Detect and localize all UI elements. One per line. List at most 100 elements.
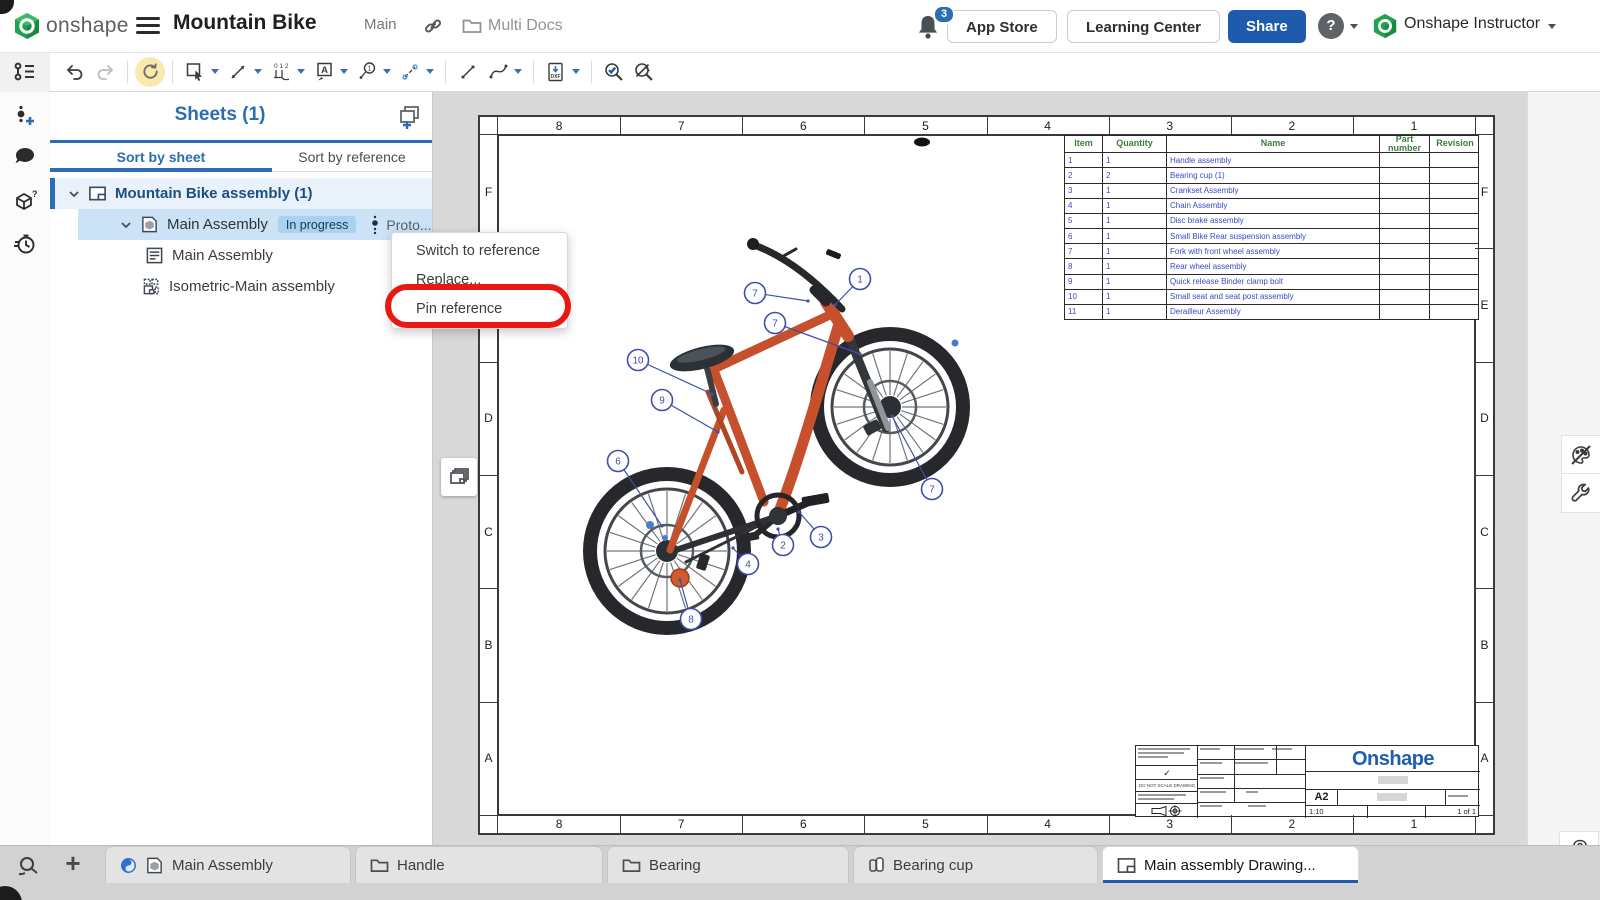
drawing-sheet[interactable]: 717109672348 ItemQuantityNamePart number… [478,115,1495,835]
link-icon[interactable] [423,16,443,36]
update-references-button[interactable] [135,57,165,87]
zone-row-label: D [1480,411,1489,425]
line-button[interactable] [453,57,483,87]
help-button[interactable]: ? [1318,13,1344,39]
new-tab-button[interactable]: + [58,849,88,880]
onshape-app: onshape Mountain Bike Main Multi Docs 3 … [0,0,1600,900]
sheets-panel-toggle[interactable] [0,52,50,92]
bom-cell: 10 [1065,290,1103,304]
bom-cell [1380,244,1430,258]
folder-name[interactable]: Multi Docs [488,17,563,35]
update-references-icon [141,62,160,81]
hide-dimensions-icon [633,61,655,83]
bom-cell: 4 [1065,199,1103,213]
bom-cell [1380,168,1430,182]
comments-icon[interactable] [13,145,37,169]
document-tab-main-assembly-drawing[interactable]: Main assembly Drawing... [1102,846,1359,883]
learning-center-button[interactable]: Learning Center [1067,10,1220,43]
export-dxf-button[interactable]: DXF [541,57,571,87]
appearance-panel-button[interactable] [1561,435,1600,475]
zone-row-label: B [1480,638,1488,652]
follow-mode-icon[interactable]: ? [13,189,37,213]
drawing-canvas[interactable]: 717109672348 ItemQuantityNamePart number… [432,92,1527,845]
tree-row-view-main[interactable]: Main Assembly [50,240,432,271]
verify-dimensions-button[interactable] [599,57,629,87]
share-button[interactable]: Share [1228,10,1306,43]
balloon-caret-icon[interactable] [383,69,391,74]
search-tabs-icon[interactable] [16,854,42,878]
bom-cell: Derailleur Assembly [1167,305,1380,319]
note-caret-icon[interactable] [340,69,348,74]
centerline-caret-icon[interactable] [426,69,434,74]
user-avatar[interactable] [1372,13,1398,39]
document-tab-main-assembly[interactable]: Main Assembly [105,846,351,883]
export-dxf-caret-icon[interactable] [572,69,580,74]
bom-cell [1430,275,1480,289]
user-caret-icon[interactable] [1548,24,1556,29]
document-tab-bearing-cup[interactable]: Bearing cup [853,846,1098,883]
view-label: Isometric-Main assembly [169,278,335,295]
chevron-down-icon[interactable] [120,219,132,231]
chevron-down-icon[interactable] [68,188,80,200]
tab-sort-by-reference[interactable]: Sort by reference [272,143,432,172]
bom-cell: 1 [1103,244,1167,258]
zone-row-label: F [1481,185,1488,199]
brand-name: onshape [46,14,129,38]
redo-button[interactable] [90,57,120,87]
menu-item-pin-reference[interactable]: Pin reference [392,295,567,324]
insert-view-caret-icon[interactable] [211,69,219,74]
title-block[interactable]: ✓ DO NOT SCALE DRAWING [1135,745,1479,817]
zone-column-label: 2 [1288,817,1295,831]
undo-icon [65,62,85,82]
workspace-name[interactable]: Main [364,16,397,33]
bom-table[interactable]: ItemQuantityNamePart numberRevision11Han… [1064,135,1479,320]
note-button[interactable]: A [309,57,339,87]
spline-caret-icon[interactable] [514,69,522,74]
history-icon[interactable] [13,232,37,256]
sheets-flyout-button[interactable] [441,458,477,496]
tab-sort-by-sheet[interactable]: Sort by sheet [50,143,272,172]
zone-row-label: E [1480,298,1488,312]
bom-row: 31Crankset Assembly [1065,183,1478,198]
menu-item-switch-to-reference[interactable]: Switch to reference [392,237,567,266]
folder-icon [370,857,389,873]
hide-dimensions-button[interactable] [629,57,659,87]
insert-view-button[interactable] [180,57,210,87]
drawing-sheet-icon [88,184,107,203]
tree-row-sheet[interactable]: Mountain Bike assembly (1) [50,178,432,209]
spline-button[interactable] [483,57,513,87]
title-block-logo: Onshape [1306,746,1480,772]
add-sheet-icon [396,103,422,129]
app-header: onshape Mountain Bike Main Multi Docs 3 … [0,0,1600,53]
spline-icon [488,61,509,82]
ordinate-dimension-button[interactable]: 0 1 2 [266,57,296,87]
user-menu[interactable]: Onshape Instructor [1404,15,1540,33]
balloon-icon: 1 [357,61,378,82]
balloon-button[interactable]: 1 [352,57,382,87]
centerline-button[interactable] [395,57,425,87]
document-tabs-bar: + Main AssemblyHandleBearingBearing cupM… [0,845,1600,900]
ordinate-dimension-icon: 0 1 2 [271,61,292,82]
zone-column-label: 4 [1044,119,1051,133]
zone-row-label: F [485,185,492,199]
tools-panel-button[interactable] [1561,473,1600,513]
ordinate-caret-icon[interactable] [297,69,305,74]
menu-item-replace[interactable]: Replace... [392,266,567,295]
hamburger-menu-icon[interactable] [136,17,160,35]
tree-row-reference[interactable]: Main Assembly In progress Proto... [50,209,432,240]
add-sheet-button[interactable] [392,99,426,133]
document-tab-handle[interactable]: Handle [355,846,603,883]
undo-button[interactable] [60,57,90,87]
onshape-logo-icon[interactable] [13,12,41,40]
document-tab-bearing[interactable]: Bearing [607,846,849,883]
bom-cell [1380,229,1430,243]
tree-row-view-isometric[interactable]: Isometric-Main assembly [50,271,432,302]
dimension-button[interactable] [223,57,253,87]
insert-reference-icon[interactable] [13,104,37,128]
dimension-caret-icon[interactable] [254,69,262,74]
bom-cell: Disc brake assembly [1167,214,1380,228]
help-caret-icon[interactable] [1350,24,1358,29]
app-store-button[interactable]: App Store [947,10,1057,43]
bom-cell: Name [1167,136,1380,152]
bom-cell: 2 [1065,168,1103,182]
